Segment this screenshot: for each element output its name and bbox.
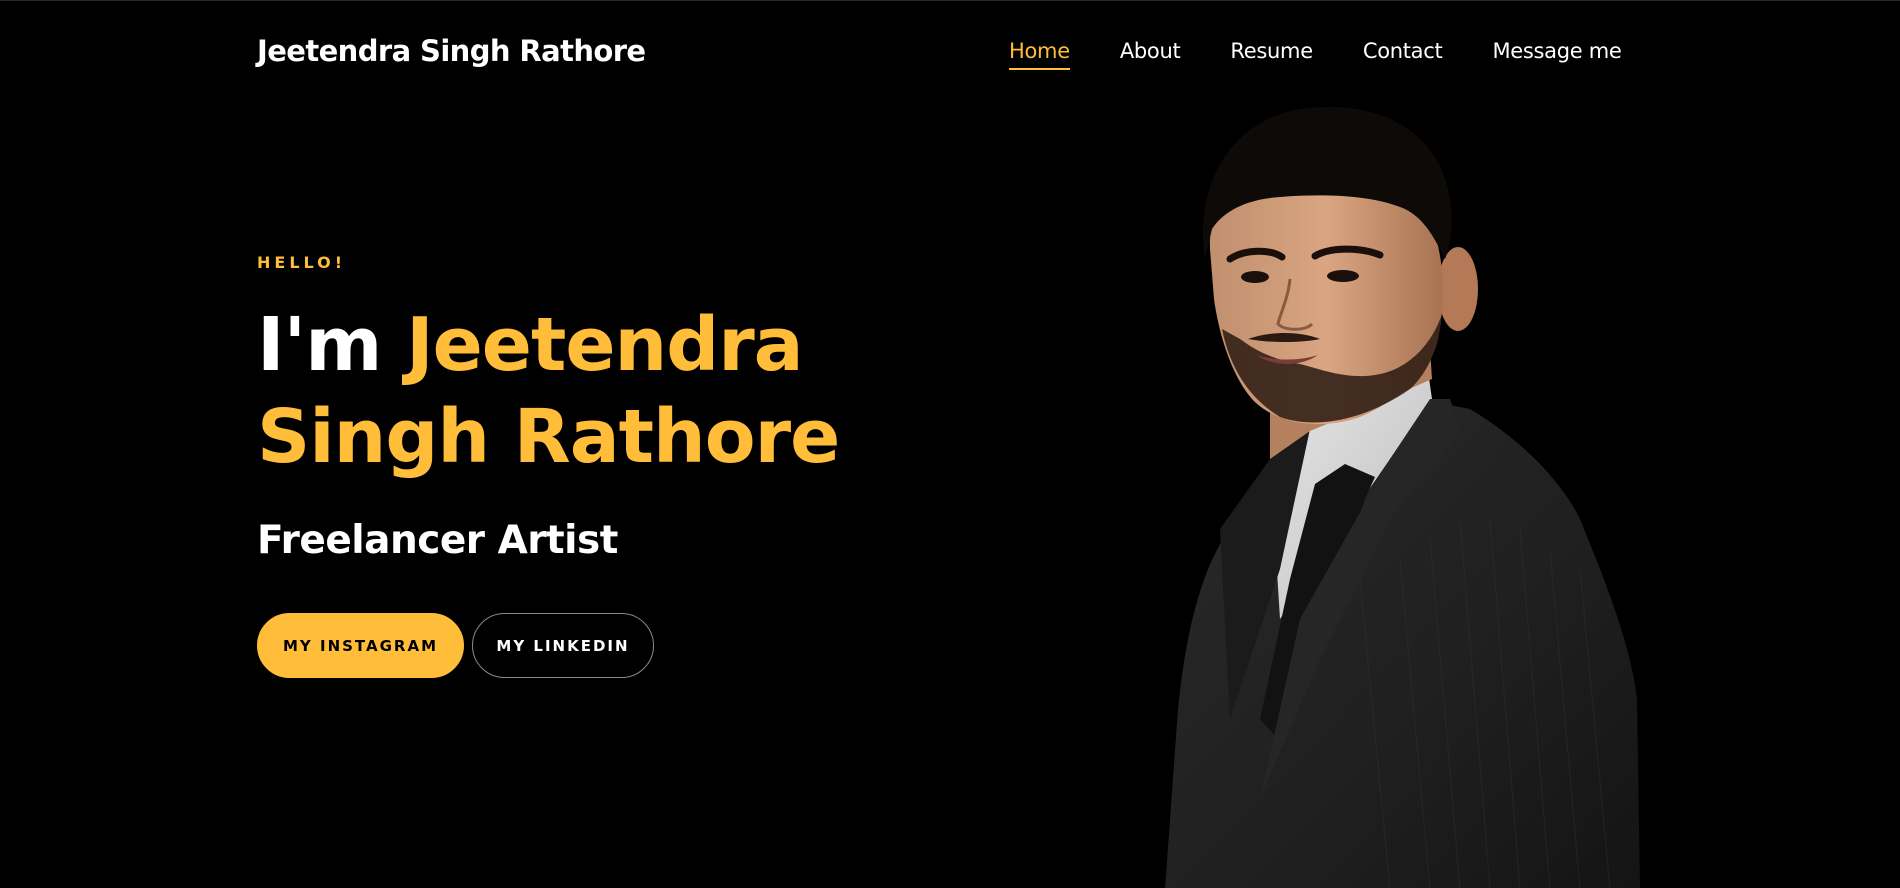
nav-item-message-me[interactable]: Message me	[1492, 39, 1621, 70]
hero-buttons: MY INSTAGRAM MY LINKEDIN	[257, 613, 654, 678]
nav-item-resume[interactable]: Resume	[1230, 39, 1313, 70]
main-nav: Home About Resume Contact Message me	[1009, 39, 1622, 70]
hero-greeting: HELLO!	[257, 253, 347, 272]
hero-subtitle: Freelancer Artist	[257, 518, 618, 563]
navbar: Jeetendra Singh Rathore Home About Resum…	[0, 1, 1900, 101]
hero-title: I'm Jeetendra Singh Rathore	[257, 299, 840, 483]
hero-title-name-line2: Singh Rathore	[257, 394, 840, 480]
brand-logo-text[interactable]: Jeetendra Singh Rathore	[257, 34, 646, 68]
page: Jeetendra Singh Rathore Home About Resum…	[0, 0, 1900, 888]
hero-title-name-line1: Jeetendra	[406, 302, 804, 388]
hero-title-prefix: I'm	[257, 302, 407, 388]
nav-item-home[interactable]: Home	[1009, 39, 1070, 70]
nav-item-contact[interactable]: Contact	[1363, 39, 1443, 70]
portrait-photo	[1165, 106, 1640, 888]
nav-item-about[interactable]: About	[1120, 39, 1181, 70]
linkedin-button[interactable]: MY LINKEDIN	[472, 613, 654, 678]
instagram-button[interactable]: MY INSTAGRAM	[257, 613, 464, 678]
